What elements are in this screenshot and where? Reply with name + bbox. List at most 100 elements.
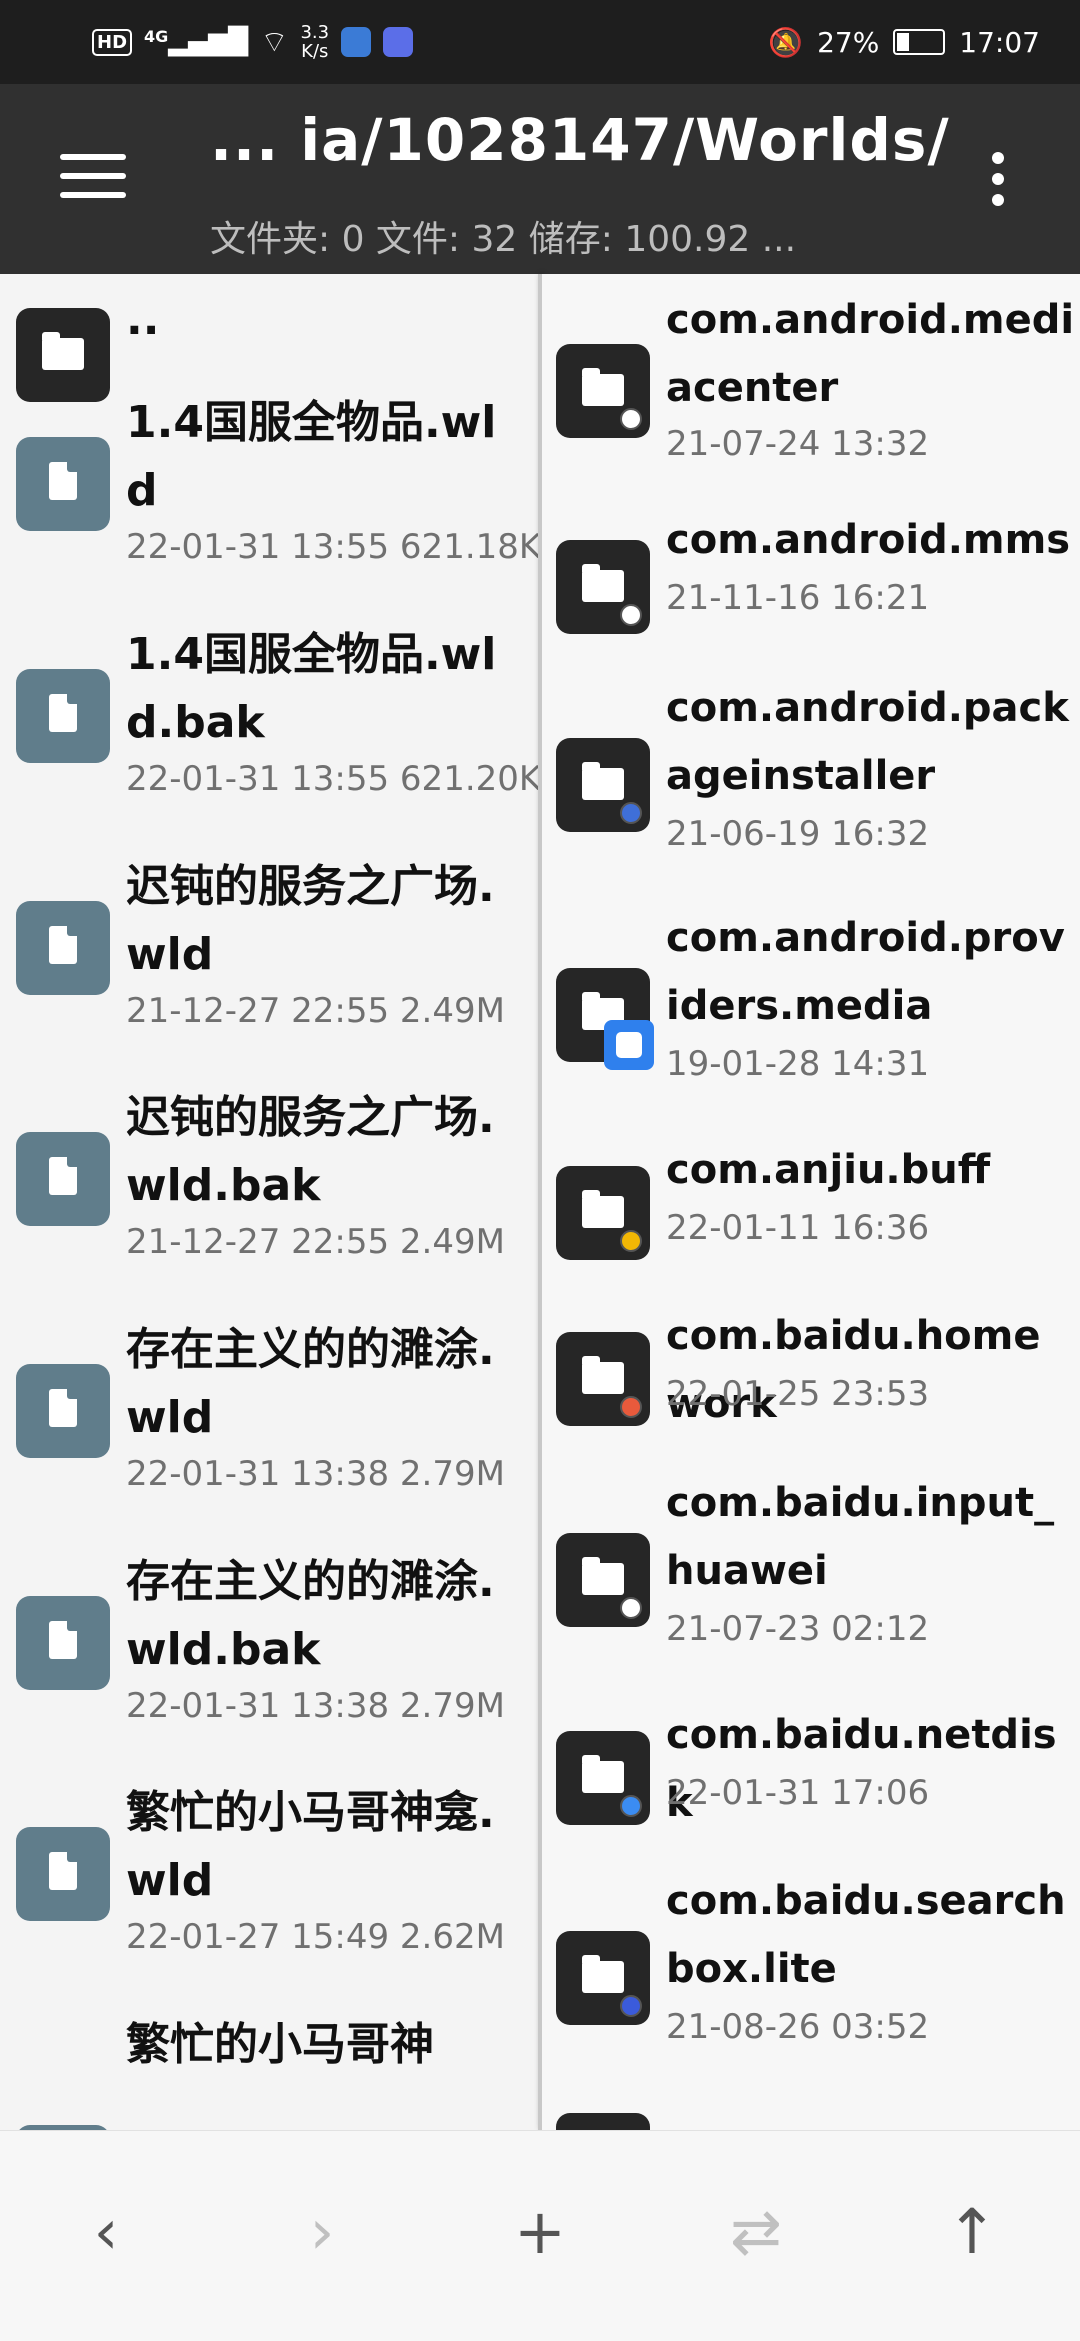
list-item[interactable]: com.android.providers.media 19-01-28 14:… (542, 904, 1080, 1134)
add-icon[interactable]: + (490, 2181, 590, 2281)
item-name: 1.4国服全物品.wld (126, 397, 497, 516)
battery-percent: 27% (817, 25, 880, 59)
signal-icon: 4G▂▄▆█ (144, 27, 249, 57)
list-item[interactable]: com.android.mms 21-11-16 16:21 (542, 506, 1080, 671)
left-file-pane[interactable]: .. 1.4国服全物品.wld 22-01-31 13:55 621.18K 1… (0, 274, 538, 2130)
puzzle-badge-icon (604, 1020, 654, 1070)
list-item[interactable]: com.anjiu.buff 22-01-11 16:36 (542, 1136, 1080, 1301)
list-item-parent-dir[interactable]: .. (0, 274, 538, 402)
item-meta: 22-01-31 17:06 (666, 1773, 930, 1813)
app-toolbar: ... ia/1028147/Worlds/ 文件夹: 0 文件: 32 储存:… (0, 84, 1080, 274)
status-right: 🔕 27% 17:07 (768, 0, 1040, 84)
item-meta: 21-07-24 13:32 (666, 424, 930, 464)
list-item[interactable]: 繁忙的小马哥神龛.wld 22-01-27 15:49 2.62M (0, 1777, 538, 2007)
item-name: 存在主义的的濉涂.wld.bak (126, 1556, 495, 1675)
item-name: com.android.packageinstaller (666, 685, 1069, 799)
item-meta: 21-07-23 02:12 (666, 1609, 930, 1649)
folder-icon (556, 1332, 650, 1426)
item-meta: 22-01-27 15:49 2.62M (126, 1917, 505, 1957)
file-icon (16, 901, 110, 995)
keyboard-badge-icon (620, 1597, 642, 1619)
file-icon (16, 437, 110, 531)
bottom-action-bar: ‹ › + ⇄ ↑ (0, 2130, 1080, 2341)
list-item[interactable]: 存在主义的的濉涂.wld 22-01-31 13:38 2.79M (0, 1314, 538, 1544)
path-title: ... ia/1028147/Worlds/ (210, 106, 950, 174)
item-name: 迟钝的服务之广场.wld.bak (126, 1092, 495, 1211)
file-icon (16, 1364, 110, 1458)
installer-badge-icon (620, 802, 642, 824)
list-item[interactable]: com.baidu.input_huawei 21-07-23 02:12 (542, 1469, 1080, 1699)
folder-icon (556, 1731, 650, 1825)
item-meta: 21-12-27 22:55 2.49M (126, 1222, 505, 1262)
item-name: com.android.mms (666, 517, 1071, 563)
battery-icon (893, 29, 946, 55)
list-item[interactable] (542, 2097, 1080, 2130)
network-speed: 3.3 K/s (300, 22, 330, 62)
list-item[interactable]: com.baidu.netdisk 22-01-31 17:06 (542, 1701, 1080, 1866)
item-name: .. (126, 294, 160, 345)
cloud-badge-icon (620, 1795, 642, 1817)
wifi-icon: ⌔ (260, 25, 289, 60)
list-item[interactable]: 迟钝的服务之广场.wld 21-12-27 22:55 2.49M (0, 851, 538, 1081)
item-name: 繁忙的小马哥神龛.wld (126, 1787, 495, 1906)
item-name: 存在主义的的濉涂.wld (126, 1324, 495, 1443)
hamburger-menu-icon[interactable] (60, 154, 126, 204)
list-item[interactable]: 迟钝的服务之广场.wld.bak 21-12-27 22:55 2.49M (0, 1082, 538, 1312)
path-stats: 文件夹: 0 文件: 32 储存: 100.92 ... (210, 219, 797, 260)
right-file-pane[interactable]: com.android.mediacenter 21-07-24 13:32 c… (542, 274, 1080, 2130)
folder-icon (556, 1931, 650, 2025)
item-meta: 22-01-31 13:38 2.79M (126, 1686, 505, 1726)
item-meta: 21-06-19 16:32 (666, 814, 930, 854)
folder-icon (556, 1166, 650, 1260)
folder-icon (16, 308, 110, 402)
back-icon[interactable]: ‹ (56, 2181, 156, 2281)
list-item[interactable]: com.baidu.homework 22-01-25 23:53 (542, 1302, 1080, 1467)
file-icon (16, 1132, 110, 1226)
hd-icon: HD (92, 28, 133, 56)
item-meta: 22-01-11 16:36 (666, 1208, 930, 1248)
music-badge-icon (620, 408, 642, 430)
music-app-icon (383, 27, 414, 57)
clock: 17:07 (959, 25, 1040, 59)
more-options-icon[interactable] (988, 152, 1008, 212)
item-name: com.baidu.homework (666, 1313, 1041, 1427)
item-meta: 21-12-27 22:55 2.49M (126, 991, 505, 1031)
folder-icon (556, 1533, 650, 1627)
cloud-app-icon (341, 27, 372, 57)
item-name: 1.4国服全物品.wld.bak (126, 629, 497, 748)
folder-icon (556, 738, 650, 832)
list-item[interactable]: com.android.packageinstaller 21-06-19 16… (542, 674, 1080, 899)
item-name: com.baidu.input_huawei (666, 1480, 1055, 1594)
item-name: com.anjiu.buff (666, 1147, 991, 1193)
list-item[interactable]: 存在主义的的濉涂.wld.bak 22-01-31 13:38 2.79M (0, 1546, 538, 1776)
status-left: HD 4G▂▄▆█ ⌔ 3.3 K/s (92, 0, 414, 84)
mute-icon: 🔕 (768, 25, 804, 59)
file-icon (16, 1596, 110, 1690)
folder-icon (556, 968, 654, 1070)
item-name: com.baidu.searchbox.lite (666, 1878, 1066, 1992)
folder-icon (556, 344, 650, 438)
list-item[interactable]: com.android.mediacenter 21-07-24 13:32 (542, 274, 1080, 499)
item-meta: 22-01-31 13:55 621.20K (126, 759, 538, 799)
item-name: com.android.providers.media (666, 915, 1065, 1029)
forward-icon[interactable]: › (272, 2181, 372, 2281)
item-meta: 21-08-26 03:52 (666, 2007, 930, 2047)
list-item[interactable]: 繁忙的小马哥神 (0, 2009, 538, 2130)
up-directory-icon[interactable]: ↑ (922, 2181, 1022, 2281)
list-item[interactable]: 1.4国服全物品.wld 22-01-31 13:55 621.18K (0, 389, 538, 619)
list-item[interactable]: 1.4国服全物品.wld.bak 22-01-31 13:55 621.20K (0, 619, 538, 849)
item-meta: 22-01-31 13:55 621.18K (126, 527, 538, 567)
item-name: 迟钝的服务之广场.wld (126, 861, 495, 980)
item-name: com.baidu.netdisk (666, 1712, 1057, 1826)
file-icon (16, 1827, 110, 1921)
swap-panes-icon[interactable]: ⇄ (706, 2181, 806, 2281)
app-badge-icon (620, 1396, 642, 1418)
item-name: 繁忙的小马哥神 (126, 2019, 434, 2070)
app-badge-icon (620, 1230, 642, 1252)
list-item[interactable]: com.baidu.searchbox.lite 21-08-26 03:52 (542, 1867, 1080, 2097)
status-bar: HD 4G▂▄▆█ ⌔ 3.3 K/s 🔕 27% 17:07 (0, 0, 1080, 84)
item-meta: 19-01-28 14:31 (666, 1044, 930, 1084)
file-icon (16, 669, 110, 763)
message-badge-icon (620, 604, 642, 626)
item-meta: 22-01-31 13:38 2.79M (126, 1454, 505, 1494)
